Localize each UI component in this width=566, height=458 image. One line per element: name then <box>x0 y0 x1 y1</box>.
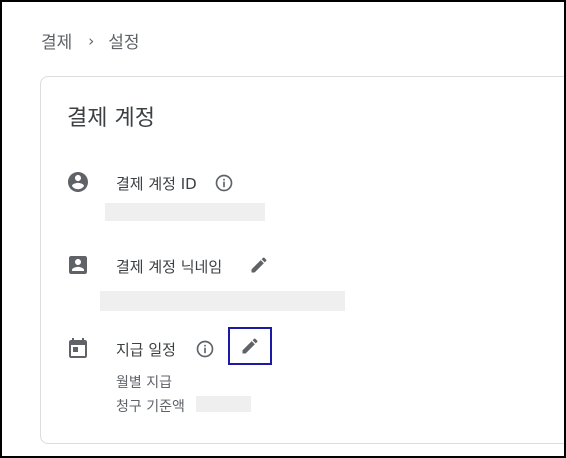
edit-schedule-button[interactable] <box>228 327 272 365</box>
breadcrumb-separator: › <box>88 31 95 50</box>
info-icon[interactable] <box>214 173 234 193</box>
nickname-value-redacted <box>100 291 345 311</box>
breadcrumb: 결제 › 설정 <box>41 28 140 54</box>
calendar-icon <box>69 338 87 358</box>
account-circle-icon <box>68 172 88 192</box>
schedule-frequency: 월별 지급 <box>116 375 172 391</box>
threshold-label: 청구 기준액 <box>116 399 185 415</box>
edit-schedule-icon[interactable] <box>240 336 260 356</box>
contact-card-icon <box>69 256 87 274</box>
nickname-label: 결제 계정 닉네임 <box>116 258 223 276</box>
threshold-value-redacted <box>196 396 251 412</box>
card-title: 결제 계정 <box>67 106 155 131</box>
schedule-info-icon[interactable] <box>195 339 215 359</box>
breadcrumb-current: 설정 <box>108 33 140 53</box>
account-id-label: 결제 계정 ID <box>116 175 197 193</box>
breadcrumb-parent[interactable]: 결제 <box>41 28 72 53</box>
edit-nickname-icon[interactable] <box>249 255 269 275</box>
schedule-label: 지급 일정 <box>116 341 176 359</box>
account-id-value-redacted <box>105 203 265 221</box>
